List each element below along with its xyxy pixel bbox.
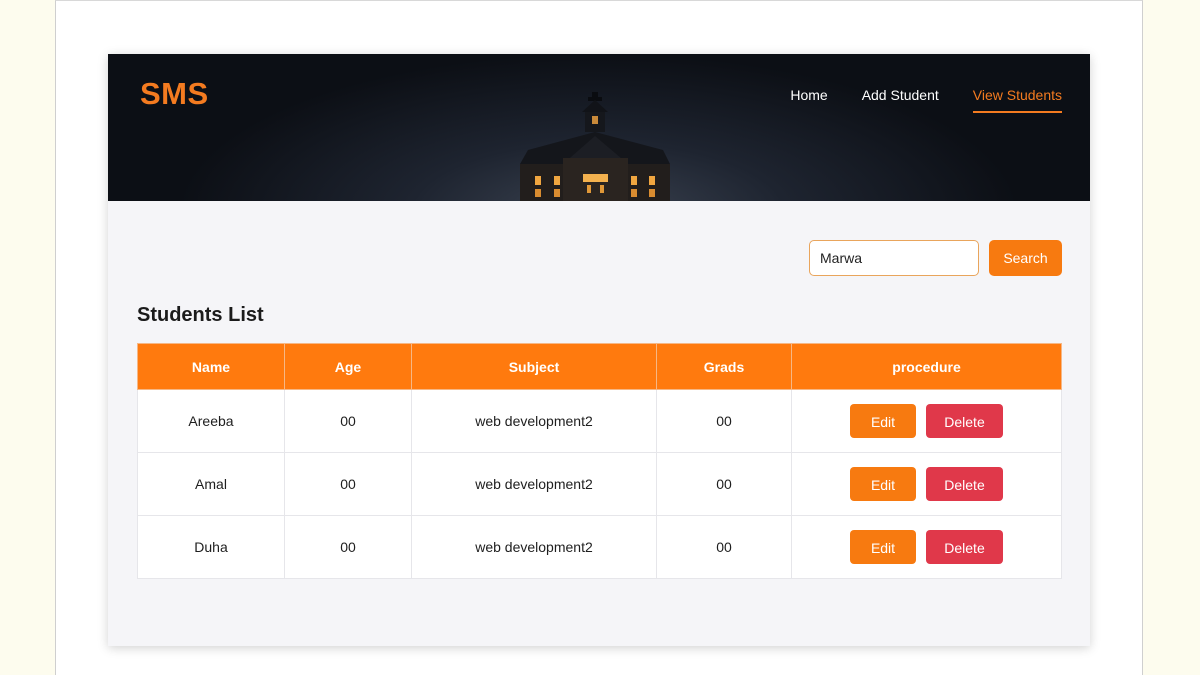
column-header-procedure: procedure [791, 343, 1062, 390]
cell-grade: 00 [656, 389, 792, 453]
delete-button[interactable]: Delete [926, 467, 1003, 501]
column-header-age[interactable]: Age [284, 343, 412, 390]
table-row: Duha 00 web development2 00 Edit Delete [137, 515, 1062, 579]
column-header-grades[interactable]: Grads [656, 343, 792, 390]
cell-subject: web development2 [411, 515, 657, 579]
cell-age: 00 [284, 389, 412, 453]
page-title: Students List [137, 304, 264, 326]
cell-subject: web development2 [411, 389, 657, 453]
students-table: Name Age Subject Grads procedure Areeba … [137, 343, 1062, 579]
cell-grade: 00 [656, 452, 792, 516]
table-row: Amal 00 web development2 00 Edit Delete [137, 452, 1062, 516]
nav-add-student[interactable]: Add Student [862, 87, 939, 113]
nav-view-students[interactable]: View Students [972, 87, 1062, 113]
cell-age: 00 [284, 452, 412, 516]
logo[interactable]: SMS [140, 76, 209, 112]
cell-name: Areeba [137, 389, 285, 453]
column-header-subject[interactable]: Subject [411, 343, 657, 390]
delete-button[interactable]: Delete [926, 530, 1003, 564]
cell-actions: Edit Delete [791, 515, 1062, 579]
cell-grade: 00 [656, 515, 792, 579]
delete-button[interactable]: Delete [926, 404, 1003, 438]
cell-name: Amal [137, 452, 285, 516]
cell-actions: Edit Delete [791, 389, 1062, 453]
cell-age: 00 [284, 515, 412, 579]
cell-actions: Edit Delete [791, 452, 1062, 516]
app-window: SMS Home Add Student View Students Marwa… [108, 54, 1090, 646]
table-row: Areeba 00 web development2 00 Edit Delete [137, 389, 1062, 453]
header-banner: SMS Home Add Student View Students [108, 54, 1090, 201]
edit-button[interactable]: Edit [850, 467, 916, 501]
cell-subject: web development2 [411, 452, 657, 516]
edit-button[interactable]: Edit [850, 530, 916, 564]
column-header-name[interactable]: Name [137, 343, 285, 390]
school-building-image [520, 92, 670, 201]
main-nav: Home Add Student View Students [756, 87, 1062, 113]
search-button[interactable]: Search [989, 240, 1062, 276]
cell-name: Duha [137, 515, 285, 579]
search-input[interactable] [809, 240, 979, 276]
nav-home[interactable]: Home [790, 87, 827, 113]
edit-button[interactable]: Edit [850, 404, 916, 438]
table-header-row: Name Age Subject Grads procedure [137, 343, 1062, 390]
